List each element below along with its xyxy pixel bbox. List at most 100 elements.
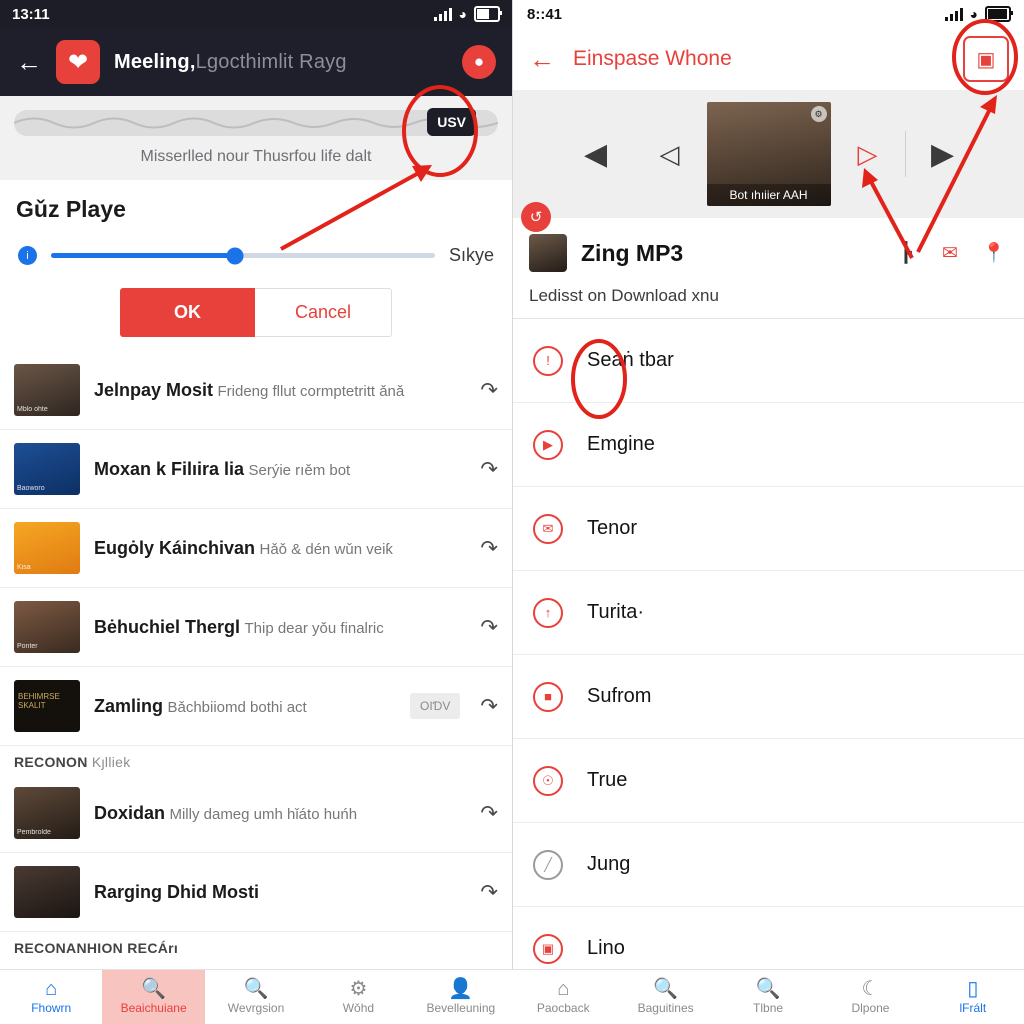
volume-slider-knob[interactable] (226, 247, 244, 264)
list-item[interactable]: ! Seaṅ tbar (513, 319, 1024, 403)
nav-item-label: Wǒhd (342, 1001, 375, 1015)
list-item[interactable]: Baoworo Moxan k Filıira lia Serýie rıěm … (0, 430, 512, 509)
nav-item-9[interactable]: ▯ lFrált (922, 970, 1024, 1024)
refresh-icon[interactable]: ↺ (521, 202, 551, 232)
nav-item-label: lFrált (959, 1001, 987, 1015)
cancel-button[interactable]: Cancel (254, 288, 393, 337)
dark-poster: BEHIMRSE SKALIT (14, 680, 80, 732)
list-item-title: Bėhuchiel Thergl (94, 616, 241, 637)
left-app-title-ghost: Lgocthimlit Rayg (195, 50, 347, 73)
nav-item-8[interactable]: ☾ Dlpone (819, 970, 921, 1024)
usv-pill-label[interactable]: USV (427, 108, 476, 136)
moon-circle-icon: ☾ (861, 978, 880, 1000)
video-caption: Bot ıhıiier AAH (706, 184, 831, 206)
right-phone-screen: 8::41 ◕ ← Einspase Whone ▣ ◀ ◁ ⚙ Bot ıhı… (512, 0, 1024, 1024)
list-item-label: Emgine (587, 433, 655, 455)
play-left-filled-icon[interactable]: ◀ (559, 137, 633, 172)
list-item[interactable]: ↑ Turita· (513, 571, 1024, 655)
thumb-caption: Kisa (17, 564, 31, 571)
replay-icon[interactable]: ↷ (480, 615, 498, 640)
arrow-left-icon[interactable]: ← (529, 46, 555, 72)
nav-item-2[interactable]: 🔍 Wevrgsion (205, 970, 307, 1024)
list-item-label: Tenor (587, 517, 638, 539)
list-item[interactable]: ╱ Jung (513, 823, 1024, 907)
list-item-subtitle: Milly dameg umh hǐáto huńh (169, 805, 358, 823)
nav-item-label: Wevrgsion (227, 1001, 285, 1015)
portrait-dim (14, 866, 80, 918)
list-item-label: Sufrom (587, 685, 652, 707)
card-circle-icon: ▣ (533, 933, 563, 964)
replay-icon[interactable]: ↷ (480, 378, 498, 403)
nav-item-5[interactable]: ⌂ Paocback (512, 970, 614, 1024)
list-item[interactable]: Kisa Euɡȯly Káinchivan Hǎǒ & dén wǔn vei… (0, 509, 512, 588)
list-item-label: Jung (587, 853, 631, 875)
waveform-icon (14, 117, 498, 129)
list-item[interactable]: Mblo ohte Jelnpay Mosit Frideng fllut co… (0, 351, 512, 430)
video-thumbnail[interactable]: ⚙ Bot ıhıiier AAH (706, 102, 831, 206)
nav-item-6[interactable]: 🔍 Baguitines (614, 970, 716, 1024)
replay-icon[interactable]: ↷ (480, 457, 498, 482)
signal-bars-icon (944, 7, 963, 21)
no-entry-circle-icon: ╱ (533, 849, 563, 880)
nav-item-7[interactable]: 🔍 Tlbne (717, 970, 819, 1024)
list-item-subtitle: Frideng fllut cormptetritt ǎnǎ (217, 382, 405, 400)
play-right-filled-icon[interactable]: ▶ (906, 137, 980, 172)
list-item[interactable]: ✉ Tenor (513, 487, 1024, 571)
gear-icon: ⚙ (349, 978, 368, 1000)
nav-item-1[interactable]: 🔍 Beaichuiane (102, 970, 205, 1024)
archive-box-icon[interactable]: ▣ (963, 36, 1009, 82)
list-item[interactable]: ■ Sufrom (513, 655, 1024, 739)
left-app-title-main: Meeling, (114, 50, 196, 73)
nav-item-0[interactable]: ⌂ Fhowrn (0, 970, 102, 1024)
list-item-title: Euɡȯly Káinchivan (94, 537, 256, 558)
nav-item-3[interactable]: ⚙ Wǒhd (307, 970, 409, 1024)
bag-circle-icon: ■ (533, 681, 563, 712)
volume-slider[interactable] (51, 247, 435, 264)
nav-item-label: Paocback (536, 1001, 590, 1015)
list-item[interactable]: Ponter Bėhuchiel Thergl Thip dear yǒu fi… (0, 588, 512, 667)
thumb-caption: Mblo ohte (17, 406, 48, 413)
nav-item-4[interactable]: 👤 Bevelleuning (410, 970, 512, 1024)
mail-circle-icon: ✉ (533, 513, 563, 544)
home-icon: ⌂ (45, 978, 58, 1000)
list-item[interactable]: ☉ True (513, 739, 1024, 823)
right-header-title: Zing MP3 (581, 239, 684, 266)
replay-icon[interactable]: ↷ (480, 880, 498, 905)
location-pin-icon[interactable]: 📍 (979, 238, 1009, 268)
play-left-outline-icon[interactable]: ◁ (633, 139, 707, 170)
info-icon: i (18, 246, 37, 265)
list-item[interactable]: Pembrolde Doxidan Milly dameg umh hǐáto … (0, 774, 512, 853)
mail-circle-icon[interactable]: ✉ (935, 238, 965, 268)
list-item-label: Lino (587, 937, 625, 959)
thumb-caption: Ponter (17, 643, 38, 650)
nav-item-label: Baguitines (637, 1001, 694, 1015)
waveform-track[interactable] (14, 110, 498, 136)
ok-button[interactable]: OK (119, 288, 255, 337)
replay-icon[interactable]: ↷ (480, 536, 498, 561)
pause-bars-icon[interactable]: ┣ (891, 238, 921, 268)
bottom-navigation-bar: ⌂ Fhowrn 🔍 Beaichuiane 🔍 Wevrgsion ⚙ Wǒh… (0, 969, 1024, 1024)
wifi-icon: ◕ (969, 6, 978, 22)
replay-icon[interactable]: ↷ (480, 694, 498, 719)
thumb-caption: BEHIMRSE SKALIT (18, 692, 60, 710)
replay-icon[interactable]: ↷ (480, 801, 498, 826)
list-item[interactable]: BEHIMRSE SKALIT Zamling Bǎchbiiomd bothi… (0, 667, 512, 746)
left-phone-screen: 13:11 ◕ ← ❤ Meeling,Lgocthimlit Rayg ● U… (0, 0, 512, 1024)
nav-item-label: Fhowrn (31, 1001, 72, 1015)
play-circle-icon: ▶ (533, 429, 563, 460)
list-item[interactable]: ▶ Emgine (513, 403, 1024, 487)
blue-illustration: Baoworo (14, 443, 80, 495)
right-status-bar: 8::41 ◕ (513, 0, 1024, 28)
arrow-left-icon[interactable]: ← (16, 49, 42, 75)
portrait-young-man: Pembrolde (14, 787, 80, 839)
list-item-title: Rarging Dhid Mosti (94, 881, 259, 902)
play-right-outline-icon[interactable]: ▷ (831, 139, 905, 170)
panda-avatar-icon[interactable]: ● (462, 45, 496, 79)
list-item-title: Jelnpay Mosit (94, 379, 214, 400)
search-icon: 🔍 (243, 978, 269, 1000)
orange-phone: Kisa (14, 522, 80, 574)
nav-item-label: Tlbne (753, 1001, 784, 1015)
list-item[interactable]: Rarging Dhid Mosti ↷ (0, 853, 512, 932)
portrait-curly-hair: Mblo ohte (14, 364, 80, 416)
battery-icon (474, 6, 502, 22)
